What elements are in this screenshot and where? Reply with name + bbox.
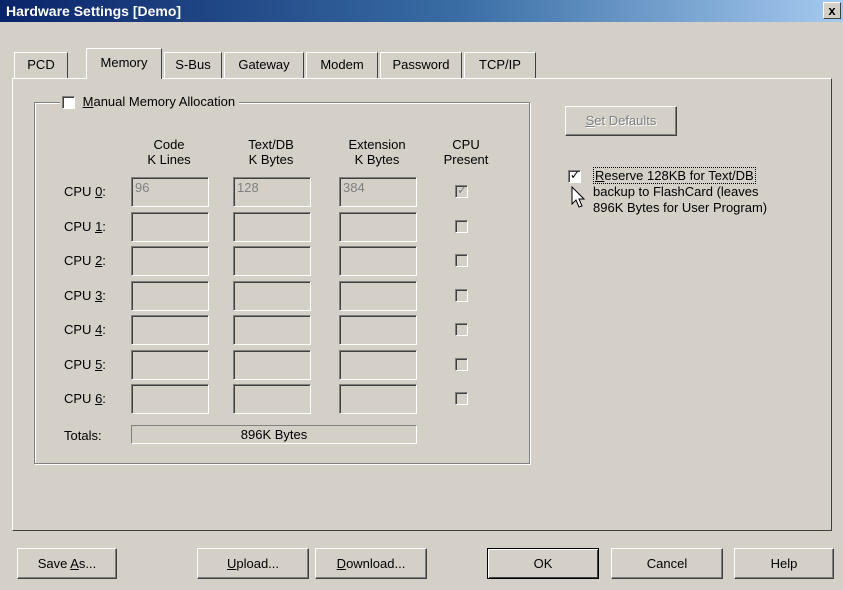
cpu-label: CPU 3: [64,288,106,303]
col-header-textdb: Text/DB K Bytes [248,137,294,167]
textdb-field[interactable] [233,281,311,311]
save-as-button[interactable]: Save As... [17,548,117,579]
textdb-field[interactable] [233,350,311,380]
textdb-field[interactable] [233,246,311,276]
col-header-code: Code K Lines [147,137,191,167]
manual-memory-allocation-checkbox[interactable]: Manual Memory Allocation [60,92,240,112]
cpu-label: CPU 5: [64,357,106,372]
cpu-label: CPU 1: [64,219,106,234]
code-field[interactable] [131,350,209,380]
col-header-cpu-present: CPU Present [443,137,489,167]
cpu-present-checkbox[interactable] [455,254,468,267]
textdb-field[interactable] [233,212,311,242]
check-mark-icon: ✓ [457,183,468,197]
extension-field[interactable] [339,350,417,380]
cpu-present-checkbox[interactable] [455,289,468,302]
help-button[interactable]: Help [734,548,834,579]
tab-s-bus[interactable]: S-Bus [164,52,222,78]
cancel-button[interactable]: Cancel [611,548,723,579]
code-field[interactable] [131,281,209,311]
cpu-present-checkbox[interactable] [455,392,468,405]
cpu-label: CPU 4: [64,322,106,337]
code-field[interactable] [131,315,209,345]
close-button[interactable]: x [823,2,841,19]
title-bar: Hardware Settings [Demo] x [0,0,843,22]
cpu-label: CPU 6: [64,391,106,406]
manual-allocation-label: Manual Memory Allocation [82,94,236,109]
download-button[interactable]: Download... [315,548,427,579]
cpu-present-checkbox[interactable] [455,358,468,371]
tab-gateway[interactable]: Gateway [224,52,304,78]
code-field[interactable]: 96 [131,177,209,207]
reserve-flashcard-checkbox[interactable]: ✓ [568,168,581,183]
cpu-present-checkbox[interactable] [455,323,468,336]
tab-pcd[interactable]: PCD [14,52,68,78]
extension-field[interactable] [339,315,417,345]
cpu-present-checkbox[interactable] [455,220,468,233]
code-field[interactable] [131,384,209,414]
totals-label: Totals: [64,428,102,443]
check-mark-icon: ✓ [570,168,581,182]
tab-modem[interactable]: Modem [306,52,378,78]
manual-allocation-box[interactable] [62,96,75,110]
ok-button[interactable]: OK [487,548,599,579]
cpu-label: CPU 2: [64,253,106,268]
textdb-field[interactable] [233,315,311,345]
tab-memory[interactable]: Memory [86,48,162,79]
mouse-pointer-icon [571,186,586,208]
cpu-present-checkbox[interactable]: ✓ [455,183,468,198]
extension-field[interactable] [339,384,417,414]
extension-field[interactable] [339,246,417,276]
textdb-field[interactable]: 128 [233,177,311,207]
code-field[interactable] [131,212,209,242]
extension-field[interactable] [339,212,417,242]
upload-button[interactable]: Upload... [197,548,309,579]
tab-password[interactable]: Password [380,52,462,78]
window-title: Hardware Settings [Demo] [6,3,182,19]
code-field[interactable] [131,246,209,276]
textdb-field[interactable] [233,384,311,414]
cpu-label: CPU 0: [64,184,106,199]
extension-field[interactable] [339,281,417,311]
tab-tcpip[interactable]: TCP/IP [464,52,536,78]
extension-field[interactable]: 384 [339,177,417,207]
set-defaults-button[interactable]: Set Defaults [565,106,677,136]
col-header-extension: Extension K Bytes [348,137,406,167]
reserve-flashcard-label: Reserve 128KB for Text/DB backup to Flas… [593,167,768,215]
totals-value: 896K Bytes [131,425,417,444]
